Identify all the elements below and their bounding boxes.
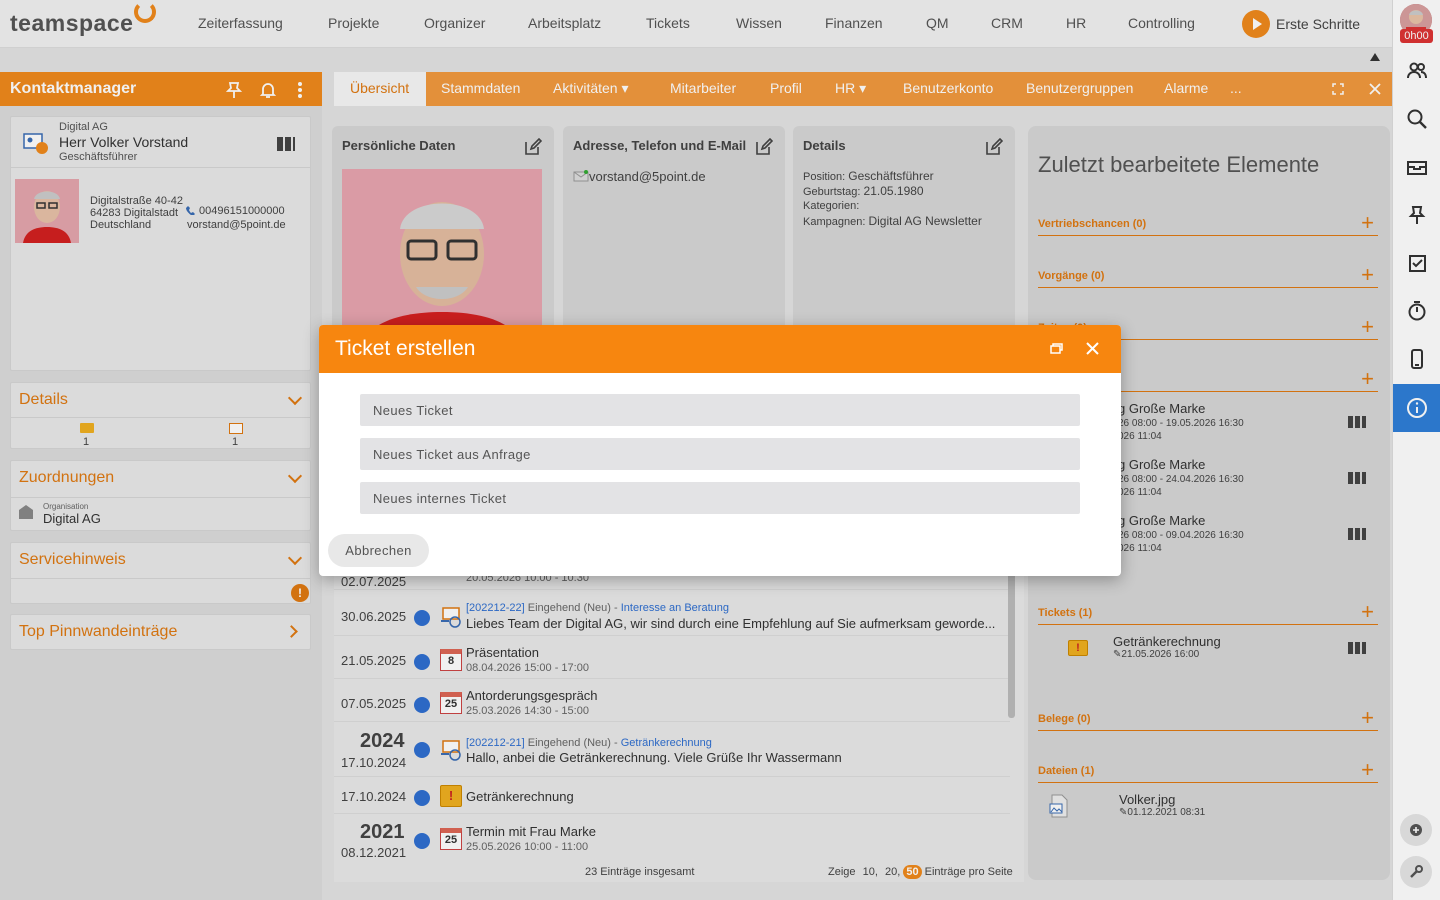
close-icon[interactable] [1086,342,1099,355]
option-new-ticket[interactable]: Neues Ticket [360,394,1080,426]
option-ticket-from-request[interactable]: Neues Ticket aus Anfrage [360,438,1080,470]
dialog-header: Ticket erstellen [319,325,1121,373]
cancel-button[interactable]: Abbrechen [328,534,429,567]
dialog-title: Ticket erstellen [335,337,476,360]
restore-icon[interactable] [1050,343,1063,354]
option-internal-ticket[interactable]: Neues internes Ticket [360,482,1080,514]
ticket-dialog: Ticket erstellen Neues Ticket Neues Tick… [319,325,1121,576]
